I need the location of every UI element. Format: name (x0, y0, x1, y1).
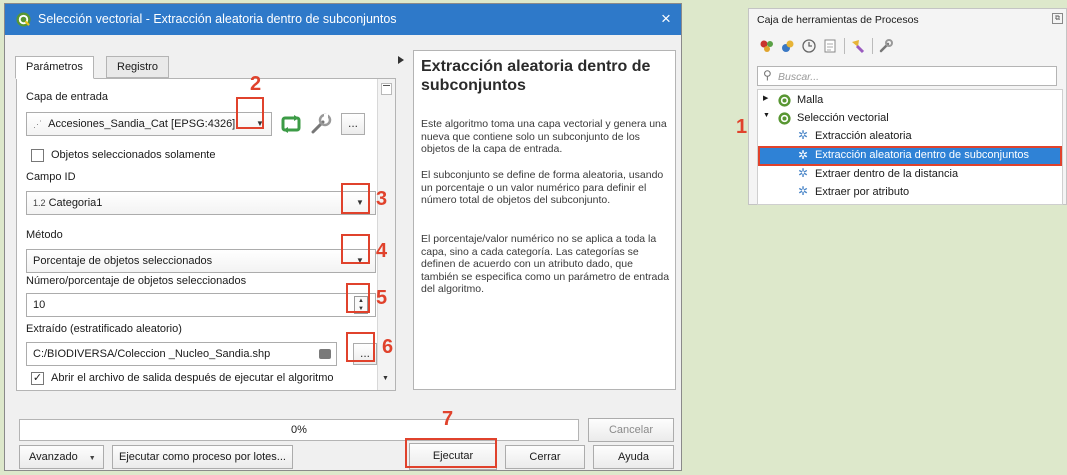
tree-label: Extracción aleatoria dentro de subconjun… (815, 149, 1030, 161)
annotation-number-3: 3 (376, 188, 388, 210)
history-icon[interactable] (801, 38, 817, 54)
help-panel: Extracción aleatoria dentro de subconjun… (413, 50, 676, 390)
advanced-button[interactable]: Avanzado ▼ (19, 445, 104, 469)
output-path-value: C:/BIODIVERSA/Coleccion _Nucleo_Sandia.s… (33, 348, 271, 360)
number-spinbox[interactable]: 10 (26, 293, 376, 317)
search-placeholder: Buscar... (778, 71, 820, 83)
annotation-box-5 (346, 283, 370, 313)
tree-label: Extraer por atributo (815, 186, 910, 198)
field-id-label: Campo ID (26, 171, 76, 183)
tree-item-extraer-atributo[interactable]: ✲ Extraer por atributo (758, 184, 1062, 202)
tree-label: Malla (797, 94, 824, 106)
annotation-number-7: 7 (442, 408, 454, 430)
open-output-label: Abrir el archivo de salida después de ej… (51, 372, 334, 384)
cancel-button[interactable]: Cancelar (588, 418, 674, 442)
tree-label: Selección vectorial (797, 112, 889, 124)
tab-parametros[interactable]: Parámetros (15, 56, 94, 79)
annotation-box-6 (346, 332, 375, 362)
field-id-value: Categoria1 (48, 197, 103, 209)
help-title: Extracción aleatoria dentro de subconjun… (421, 58, 651, 94)
chevron-down-icon: ▼ (88, 455, 96, 462)
tree-item-malla[interactable]: ▶ Malla (758, 92, 1062, 110)
dialog-title: Selección vectorial - Extracción aleator… (38, 12, 397, 26)
scripts-icon[interactable] (780, 38, 796, 54)
input-layer-options-button[interactable]: ... (341, 113, 365, 135)
options-wrench-icon[interactable] (878, 38, 894, 54)
help-paragraph: Este algoritmo toma una capa vectorial y… (421, 118, 667, 155)
gear-icon: ✲ (798, 148, 809, 162)
annotation-box-2 (236, 97, 264, 129)
toolbox-search-input[interactable]: ⚲ Buscar... (757, 66, 1057, 86)
annotation-box-7 (405, 438, 497, 468)
qgis-logo-icon (16, 12, 31, 27)
tab-registro[interactable]: Registro (106, 56, 169, 78)
output-label: Extraído (estratificado aleatorio) (26, 323, 182, 335)
annotation-number-6: 6 (382, 336, 394, 358)
open-output-checkbox[interactable]: ✓ (31, 372, 44, 385)
qgis-icon (778, 112, 791, 125)
parameters-panel: ▼ Capa de entrada ⋰ Accesiones_Sandia_Ca… (16, 78, 396, 391)
annotation-number-2: 2 (250, 73, 262, 95)
splitter-arrow-icon[interactable] (398, 56, 404, 64)
gear-icon: ✲ (798, 166, 809, 180)
toolbar-separator (872, 38, 873, 54)
clear-field-icon[interactable] (319, 349, 331, 359)
help-paragraph: El subconjunto se define de forma aleato… (421, 169, 664, 206)
annotation-box-3 (341, 183, 370, 214)
float-panel-icon[interactable]: ⧉ (1052, 13, 1063, 24)
batch-process-button[interactable]: Ejecutar como proceso por lotes... (112, 445, 293, 469)
annotation-box-4 (341, 234, 370, 264)
qgis-icon (778, 94, 791, 107)
close-button[interactable]: Cerrar (505, 445, 585, 469)
edit-features-icon[interactable] (850, 38, 866, 54)
close-icon[interactable]: × (657, 9, 675, 29)
toolbox-title: Caja de herramientas de Procesos (757, 14, 919, 26)
gear-icon: ✲ (798, 128, 809, 142)
wrench-icon[interactable] (309, 112, 333, 136)
method-combo[interactable]: Porcentaje de objetos seleccionados (26, 249, 376, 273)
models-icon[interactable] (759, 38, 775, 54)
field-id-combo[interactable]: 1.2 Categoria1 (26, 191, 376, 215)
method-value: Porcentaje de objetos seleccionados (33, 255, 213, 267)
tree-label: Extraer dentro de la distancia (815, 168, 959, 180)
field-type-prefix: 1.2 (33, 198, 46, 208)
tree-item-extraccion-aleatoria[interactable]: ✲ Extracción aleatoria (758, 128, 1062, 146)
advanced-label: Avanzado (29, 451, 78, 463)
processing-toolbox: Caja de herramientas de Procesos ⧉ ⚲ Bus… (748, 8, 1067, 205)
tree-item-extraccion-aleatoria-subconjuntos[interactable]: ✲ Extracción aleatoria dentro de subconj… (758, 146, 1062, 166)
iterate-icon[interactable] (280, 113, 302, 135)
toolbar-separator (844, 38, 845, 54)
annotation-number-4: 4 (376, 240, 388, 262)
input-layer-label: Capa de entrada (26, 91, 108, 103)
help-button[interactable]: Ayuda (593, 445, 674, 469)
progress-text: 0% (291, 424, 307, 436)
tree-label: Extracción aleatoria (815, 130, 912, 142)
annotation-number-1: 1 (736, 116, 748, 138)
help-paragraph: El porcentaje/valor numérico no se aplic… (421, 233, 670, 295)
tree-item-seleccion-vectorial[interactable]: ▼ Selección vectorial (758, 110, 1062, 128)
dialog-titlebar: Selección vectorial - Extracción aleator… (5, 4, 681, 35)
number-label: Número/porcentaje de objetos seleccionad… (26, 275, 247, 287)
chevron-right-icon[interactable]: ▶ (763, 94, 768, 102)
algorithm-tree: ▶ Malla ▼ Selección vectorial ✲ Extracci… (757, 89, 1063, 205)
annotation-number-5: 5 (376, 287, 388, 309)
tree-item-extraer-distancia[interactable]: ✲ Extraer dentro de la distancia (758, 166, 1062, 184)
search-icon: ⚲ (763, 68, 772, 82)
gear-icon: ✲ (798, 184, 809, 198)
number-value: 10 (33, 299, 46, 311)
selected-only-checkbox[interactable] (31, 149, 44, 162)
chevron-down-icon[interactable]: ▼ (763, 112, 770, 119)
input-layer-value: Accesiones_Sandia_Cat [EPSG:4326] (48, 118, 236, 130)
results-viewer-icon[interactable] (822, 38, 838, 54)
output-path-field[interactable]: C:/BIODIVERSA/Coleccion _Nucleo_Sandia.s… (26, 342, 337, 366)
selected-only-label: Objetos seleccionados solamente (51, 149, 216, 161)
method-label: Método (26, 229, 63, 241)
